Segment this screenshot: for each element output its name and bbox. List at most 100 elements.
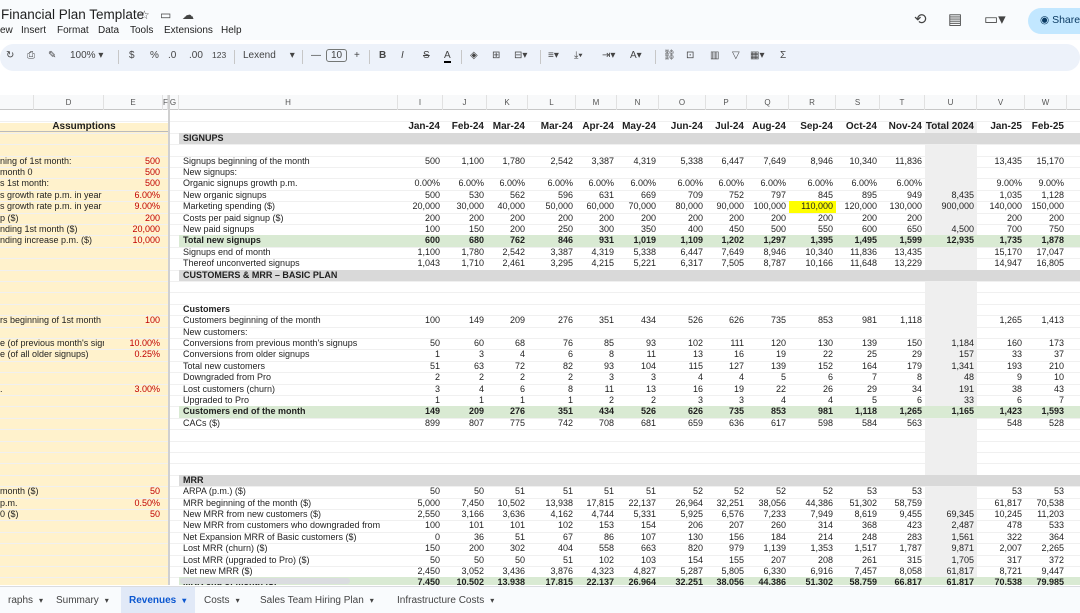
data-cell[interactable]: 300 bbox=[576, 224, 617, 235]
data-cell[interactable]: 7,649 bbox=[706, 247, 747, 258]
data-cell[interactable]: 200 bbox=[443, 213, 487, 224]
data-cell[interactable]: 3,387 bbox=[528, 247, 576, 258]
data-cell[interactable]: 8,946 bbox=[747, 247, 789, 258]
data-cell[interactable]: 60 bbox=[443, 338, 487, 349]
data-cell[interactable]: 563 bbox=[880, 418, 925, 429]
sheet-tab-summary[interactable]: Summary ▾ bbox=[48, 587, 120, 613]
data-cell[interactable]: 154 bbox=[617, 520, 659, 531]
data-cell[interactable]: 200 bbox=[706, 213, 747, 224]
data-cell[interactable]: 16,805 bbox=[1025, 258, 1067, 269]
insert-chart-icon[interactable]: ▥ bbox=[710, 50, 719, 61]
row-label[interactable]: Costs per paid signup ($) bbox=[181, 213, 398, 224]
data-cell[interactable]: 598 bbox=[789, 418, 836, 429]
data-cell[interactable]: 4,215 bbox=[576, 258, 617, 269]
data-cell[interactable]: 4,744 bbox=[576, 509, 617, 520]
strikethrough-button[interactable]: S bbox=[423, 50, 430, 61]
data-cell[interactable]: 193 bbox=[977, 361, 1025, 372]
data-cell[interactable]: 3 bbox=[706, 395, 747, 406]
column-header-I[interactable]: I bbox=[398, 95, 443, 110]
data-cell[interactable]: 6,576 bbox=[706, 509, 747, 520]
data-cell[interactable]: 6.00% bbox=[487, 178, 528, 189]
filter-icon[interactable]: ▽ bbox=[732, 50, 740, 61]
data-cell[interactable]: 351 bbox=[528, 406, 576, 417]
data-cell[interactable]: 1,202 bbox=[706, 235, 747, 246]
row-label[interactable]: Marketing spending ($) bbox=[181, 201, 398, 212]
data-cell[interactable]: 50 bbox=[443, 486, 487, 497]
data-cell[interactable]: 50 bbox=[398, 338, 443, 349]
share-button[interactable]: ◉ Share bbox=[1028, 8, 1080, 34]
data-cell[interactable]: 404 bbox=[528, 543, 576, 554]
data-cell[interactable]: 70,538 bbox=[977, 577, 1025, 585]
data-cell[interactable]: 200 bbox=[443, 543, 487, 554]
data-cell[interactable]: 10,340 bbox=[836, 156, 880, 167]
data-cell[interactable]: 51 bbox=[576, 486, 617, 497]
vertical-align-icon[interactable]: ⤓▾ bbox=[574, 50, 583, 61]
data-cell[interactable]: 1,019 bbox=[617, 235, 659, 246]
data-cell[interactable]: 1,735 bbox=[977, 235, 1025, 246]
data-cell[interactable]: 102 bbox=[659, 338, 706, 349]
data-cell[interactable]: 900,000 bbox=[925, 201, 977, 212]
data-cell[interactable]: 931 bbox=[576, 235, 617, 246]
data-cell[interactable]: 7,450 bbox=[398, 577, 443, 585]
increase-decimal-button[interactable]: .00 bbox=[189, 50, 203, 61]
data-cell[interactable]: 13,938 bbox=[528, 498, 576, 509]
column-header-K[interactable]: K bbox=[487, 95, 528, 110]
data-cell[interactable]: 10 bbox=[1025, 372, 1067, 383]
data-cell[interactable]: 981 bbox=[836, 315, 880, 326]
data-cell[interactable]: 3 bbox=[398, 384, 443, 395]
data-cell[interactable]: 4,827 bbox=[617, 566, 659, 577]
row-label[interactable]: Lost customers (churn) bbox=[181, 384, 398, 395]
data-cell[interactable]: 152 bbox=[789, 361, 836, 372]
data-cell[interactable]: 36 bbox=[443, 532, 487, 543]
data-cell[interactable]: 4,162 bbox=[528, 509, 576, 520]
data-cell[interactable]: 1 bbox=[487, 395, 528, 406]
data-cell[interactable]: 208 bbox=[789, 555, 836, 566]
data-cell[interactable]: 156 bbox=[706, 532, 747, 543]
data-cell[interactable]: 11,836 bbox=[836, 247, 880, 258]
data-cell[interactable]: 700 bbox=[977, 224, 1025, 235]
data-cell[interactable]: 104 bbox=[617, 361, 659, 372]
data-cell[interactable]: 93 bbox=[617, 338, 659, 349]
data-cell[interactable]: 2 bbox=[487, 372, 528, 383]
data-cell[interactable]: 250 bbox=[528, 224, 576, 235]
data-cell[interactable]: 617 bbox=[747, 418, 789, 429]
data-cell[interactable]: 6 bbox=[880, 395, 925, 406]
link-icon[interactable]: ⛓ bbox=[663, 50, 676, 61]
data-cell[interactable]: 5,338 bbox=[617, 247, 659, 258]
data-cell[interactable]: 1,165 bbox=[925, 406, 977, 417]
data-cell[interactable]: 8 bbox=[528, 384, 576, 395]
data-cell[interactable]: 1,395 bbox=[789, 235, 836, 246]
data-cell[interactable]: 10,245 bbox=[977, 509, 1025, 520]
data-cell[interactable]: 50 bbox=[398, 486, 443, 497]
row-label[interactable]: Customers bbox=[181, 304, 398, 315]
data-cell[interactable]: 26,964 bbox=[617, 577, 659, 585]
data-cell[interactable]: 1,780 bbox=[443, 247, 487, 258]
data-cell[interactable]: 200 bbox=[487, 213, 528, 224]
data-cell[interactable]: 30,000 bbox=[443, 201, 487, 212]
data-cell[interactable]: 1,139 bbox=[747, 543, 789, 554]
fill-color-icon[interactable]: ◈ bbox=[470, 50, 478, 61]
data-cell[interactable]: 9,871 bbox=[925, 543, 977, 554]
data-cell[interactable]: 29 bbox=[836, 384, 880, 395]
assumption-value[interactable]: 0.25% bbox=[104, 349, 163, 360]
data-cell[interactable]: 845 bbox=[789, 190, 836, 201]
data-cell[interactable]: 206 bbox=[659, 520, 706, 531]
data-cell[interactable]: 17,815 bbox=[528, 577, 576, 585]
row-label[interactable]: Total new customers bbox=[181, 361, 398, 372]
data-cell[interactable]: 157 bbox=[925, 349, 977, 360]
data-cell[interactable]: 200 bbox=[659, 213, 706, 224]
data-cell[interactable]: 140,000 bbox=[977, 201, 1025, 212]
data-cell[interactable]: 115 bbox=[659, 361, 706, 372]
column-header-row-index[interactable] bbox=[0, 95, 34, 110]
data-cell[interactable]: 7 bbox=[836, 372, 880, 383]
data-cell[interactable]: 22,137 bbox=[617, 498, 659, 509]
data-cell[interactable]: 100 bbox=[398, 315, 443, 326]
data-cell[interactable]: 1,035 bbox=[977, 190, 1025, 201]
assumption-value[interactable]: 50 bbox=[104, 509, 163, 520]
data-cell[interactable]: 6,330 bbox=[747, 566, 789, 577]
data-cell[interactable]: 528 bbox=[1025, 418, 1067, 429]
data-cell[interactable]: 1,265 bbox=[977, 315, 1025, 326]
column-header-H[interactable]: H bbox=[179, 95, 398, 110]
data-cell[interactable]: 423 bbox=[880, 520, 925, 531]
data-cell[interactable]: 8,721 bbox=[977, 566, 1025, 577]
